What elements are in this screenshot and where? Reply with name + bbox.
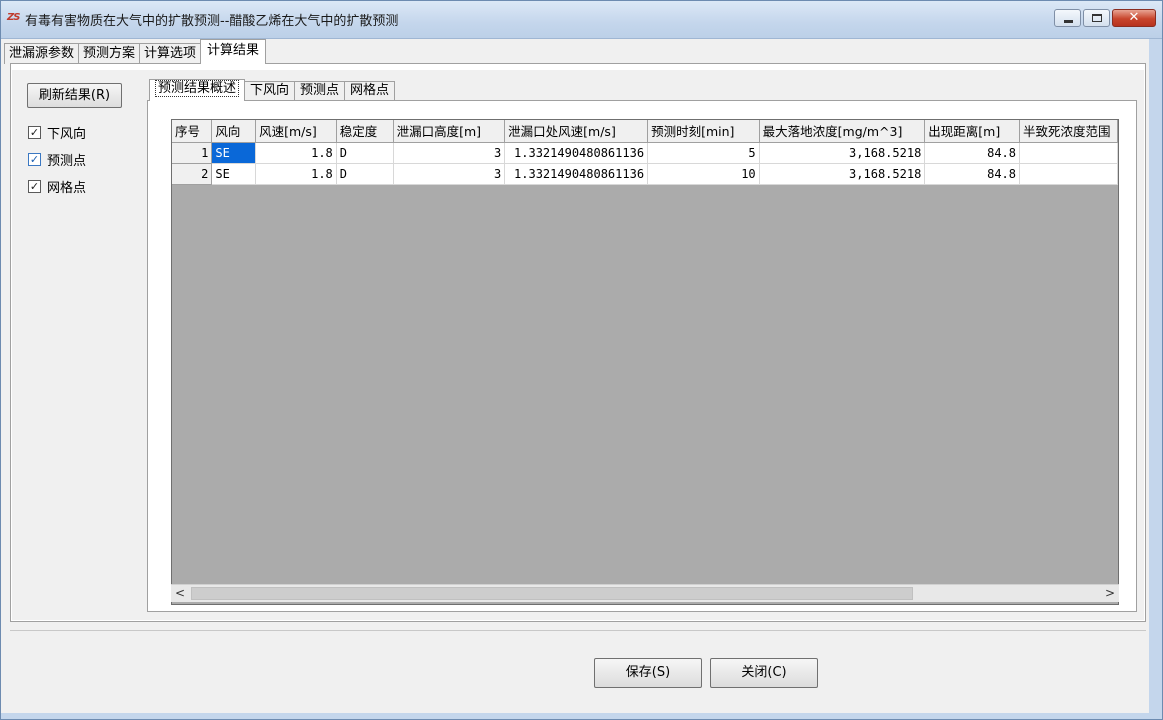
checkmark-icon: ✓ (28, 125, 41, 139)
col-header[interactable]: 出现距离[m] (924, 120, 1020, 143)
title-bar: ZS 有毒有害物质在大气中的扩散预测--醋酸乙烯在大气中的扩散预测 ✕ (1, 1, 1162, 39)
prediction-time-cell[interactable]: 10 (647, 163, 760, 185)
result-subtabs: 预测结果概述 下风向 预测点 网格点 (149, 79, 396, 101)
check-grid-point-label: 网格点 (47, 180, 87, 196)
prediction-time-cell[interactable]: 5 (647, 142, 760, 164)
maximize-icon (1092, 14, 1102, 22)
results-grid[interactable]: 序号 风向 风速[m/s] 稳定度 泄漏口高度[m] 泄漏口处风速[m/s] 预… (171, 119, 1119, 605)
footer-divider (10, 630, 1146, 631)
col-header[interactable]: 稳定度 (336, 120, 394, 143)
table-header-row: 序号 风向 风速[m/s] 稳定度 泄漏口高度[m] 泄漏口处风速[m/s] 预… (172, 120, 1118, 143)
check-grid-point[interactable]: ✓ 网格点 (28, 177, 87, 196)
check-prediction-point[interactable]: ✓ 预测点 (28, 150, 87, 169)
distance-cell[interactable]: 84.8 (924, 163, 1020, 185)
subtab-downwind[interactable]: 下风向 (244, 81, 296, 101)
arrow-left-icon[interactable]: < (171, 585, 189, 602)
row-number-cell[interactable]: 2 (172, 163, 213, 185)
tab-leak-source-params[interactable]: 泄漏源参数 (4, 43, 80, 64)
max-concentration-cell[interactable]: 3,168.5218 (759, 163, 926, 185)
window-frame-bottom (1, 713, 1162, 719)
check-prediction-point-label: 预测点 (47, 153, 87, 169)
arrow-right-icon[interactable]: > (1101, 585, 1119, 602)
col-header[interactable]: 序号 (172, 120, 213, 143)
save-button[interactable]: 保存(S) (594, 658, 702, 688)
col-header[interactable]: 泄漏口处风速[m/s] (504, 120, 649, 143)
window-controls: ✕ (1052, 9, 1156, 27)
leak-wind-speed-cell[interactable]: 1.3321490480861136 (504, 142, 649, 164)
col-header[interactable]: 泄漏口高度[m] (393, 120, 506, 143)
maximize-button[interactable] (1083, 9, 1110, 27)
col-header[interactable]: 半致死浓度范围 (1019, 120, 1118, 143)
close-button[interactable]: 关闭(C) (710, 658, 818, 688)
app-logo-icon: ZS (7, 12, 20, 23)
max-concentration-cell[interactable]: 3,168.5218 (759, 142, 926, 164)
close-icon: ✕ (1128, 10, 1140, 25)
stability-cell[interactable]: D (336, 142, 394, 164)
main-tabs: 泄漏源参数 预测方案 计算选项 计算结果 (4, 39, 267, 64)
tab-calc-results[interactable]: 计算结果 (200, 39, 267, 64)
tab-calc-options[interactable]: 计算选项 (139, 43, 202, 64)
subtab-overview-label: 预测结果概述 (155, 80, 240, 97)
results-table: 序号 风向 风速[m/s] 稳定度 泄漏口高度[m] 泄漏口处风速[m/s] 预… (172, 120, 1118, 185)
stability-cell[interactable]: D (336, 163, 394, 185)
check-downwind[interactable]: ✓ 下风向 (28, 123, 87, 142)
subtab-grid-points[interactable]: 网格点 (344, 81, 396, 101)
check-downwind-label: 下风向 (47, 126, 87, 142)
close-window-button[interactable]: ✕ (1112, 9, 1156, 27)
col-header[interactable]: 预测时刻[min] (647, 120, 760, 143)
scrollbar-thumb[interactable] (191, 587, 913, 600)
window-title: 有毒有害物质在大气中的扩散预测--醋酸乙烯在大气中的扩散预测 (25, 14, 399, 29)
checkmark-icon: ✓ (28, 152, 41, 166)
wind-speed-cell[interactable]: 1.8 (255, 142, 337, 164)
app-window: ZS 有毒有害物质在大气中的扩散预测--醋酸乙烯在大气中的扩散预测 ✕ 泄漏源参… (0, 0, 1163, 720)
wind-direction-cell[interactable]: SE (211, 142, 257, 164)
table-row[interactable]: 2 SE 1.8 D 3 1.3321490480861136 10 3,168… (172, 163, 1118, 185)
leak-wind-speed-cell[interactable]: 1.3321490480861136 (504, 163, 649, 185)
checkmark-icon: ✓ (28, 179, 41, 193)
wind-direction-cell[interactable]: SE (211, 163, 257, 185)
leak-height-cell[interactable]: 3 (393, 163, 506, 185)
minimize-icon (1064, 20, 1073, 23)
leak-height-cell[interactable]: 3 (393, 142, 506, 164)
row-number-cell[interactable]: 1 (172, 142, 213, 164)
wind-speed-cell[interactable]: 1.8 (255, 163, 337, 185)
subtab-overview[interactable]: 预测结果概述 (149, 79, 246, 101)
subtab-prediction-points[interactable]: 预测点 (294, 81, 346, 101)
window-frame-right (1149, 39, 1162, 719)
distance-cell[interactable]: 84.8 (924, 142, 1020, 164)
lethal-range-cell[interactable] (1019, 163, 1118, 185)
col-header[interactable]: 风向 (211, 120, 257, 143)
minimize-button[interactable] (1054, 9, 1081, 27)
tab-prediction-plan[interactable]: 预测方案 (78, 43, 141, 64)
horizontal-scrollbar[interactable]: < > (171, 584, 1119, 602)
col-header[interactable]: 风速[m/s] (255, 120, 337, 143)
table-row[interactable]: 1 SE 1.8 D 3 1.3321490480861136 5 3,168.… (172, 142, 1118, 164)
refresh-results-button[interactable]: 刷新结果(R) (27, 83, 122, 108)
lethal-range-cell[interactable] (1019, 142, 1118, 164)
col-header[interactable]: 最大落地浓度[mg/m^3] (759, 120, 926, 143)
